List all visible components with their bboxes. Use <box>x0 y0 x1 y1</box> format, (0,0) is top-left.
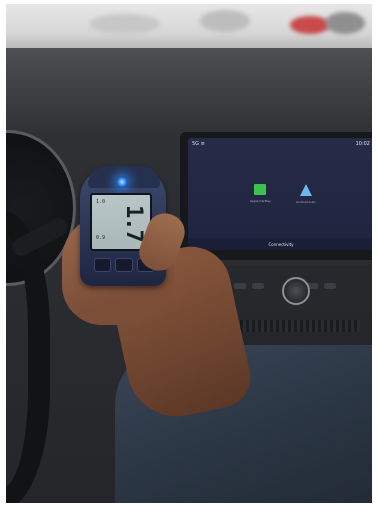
windshield-red-object <box>290 16 330 34</box>
android-auto-icon <box>299 184 312 196</box>
screen-footer[interactable]: Connectivity <box>188 238 374 250</box>
car-interior-photo: 5G ≡ 10:02 Apple CarPlay Android Auto Co… <box>0 0 377 505</box>
windshield-reflection <box>200 10 250 32</box>
console-button-row <box>216 283 336 289</box>
android-auto-tile[interactable]: Android Auto <box>296 184 316 204</box>
android-auto-label: Android Auto <box>296 200 316 204</box>
dashboard-top <box>0 48 377 143</box>
volume-knob[interactable] <box>282 277 310 305</box>
carplay-label: Apple CarPlay <box>250 199 271 203</box>
laser-light-icon <box>117 177 127 187</box>
lcd-reading-left: 0.9 <box>96 235 106 241</box>
status-left: 5G ≡ <box>192 141 205 147</box>
thermometer-button[interactable] <box>115 258 133 272</box>
screen-status-bar: 5G ≡ 10:02 <box>188 138 374 150</box>
windshield-reflection <box>90 14 160 34</box>
carplay-icon <box>254 184 267 195</box>
console-button[interactable] <box>252 283 264 289</box>
thermometer-button[interactable] <box>94 258 112 272</box>
carplay-tile[interactable]: Apple CarPlay <box>250 184 271 203</box>
console-button[interactable] <box>234 283 246 289</box>
lcd-reading-top: 1.0 <box>96 199 106 205</box>
status-right: 10:02 <box>355 141 370 147</box>
infotainment-bezel: 5G ≡ 10:02 Apple CarPlay Android Auto Co… <box>180 132 377 260</box>
windshield-reflection <box>325 12 365 34</box>
lcd-reading-main: 1.7 <box>121 205 146 242</box>
console-button[interactable] <box>324 283 336 289</box>
infotainment-screen: 5G ≡ 10:02 Apple CarPlay Android Auto Co… <box>188 138 374 250</box>
